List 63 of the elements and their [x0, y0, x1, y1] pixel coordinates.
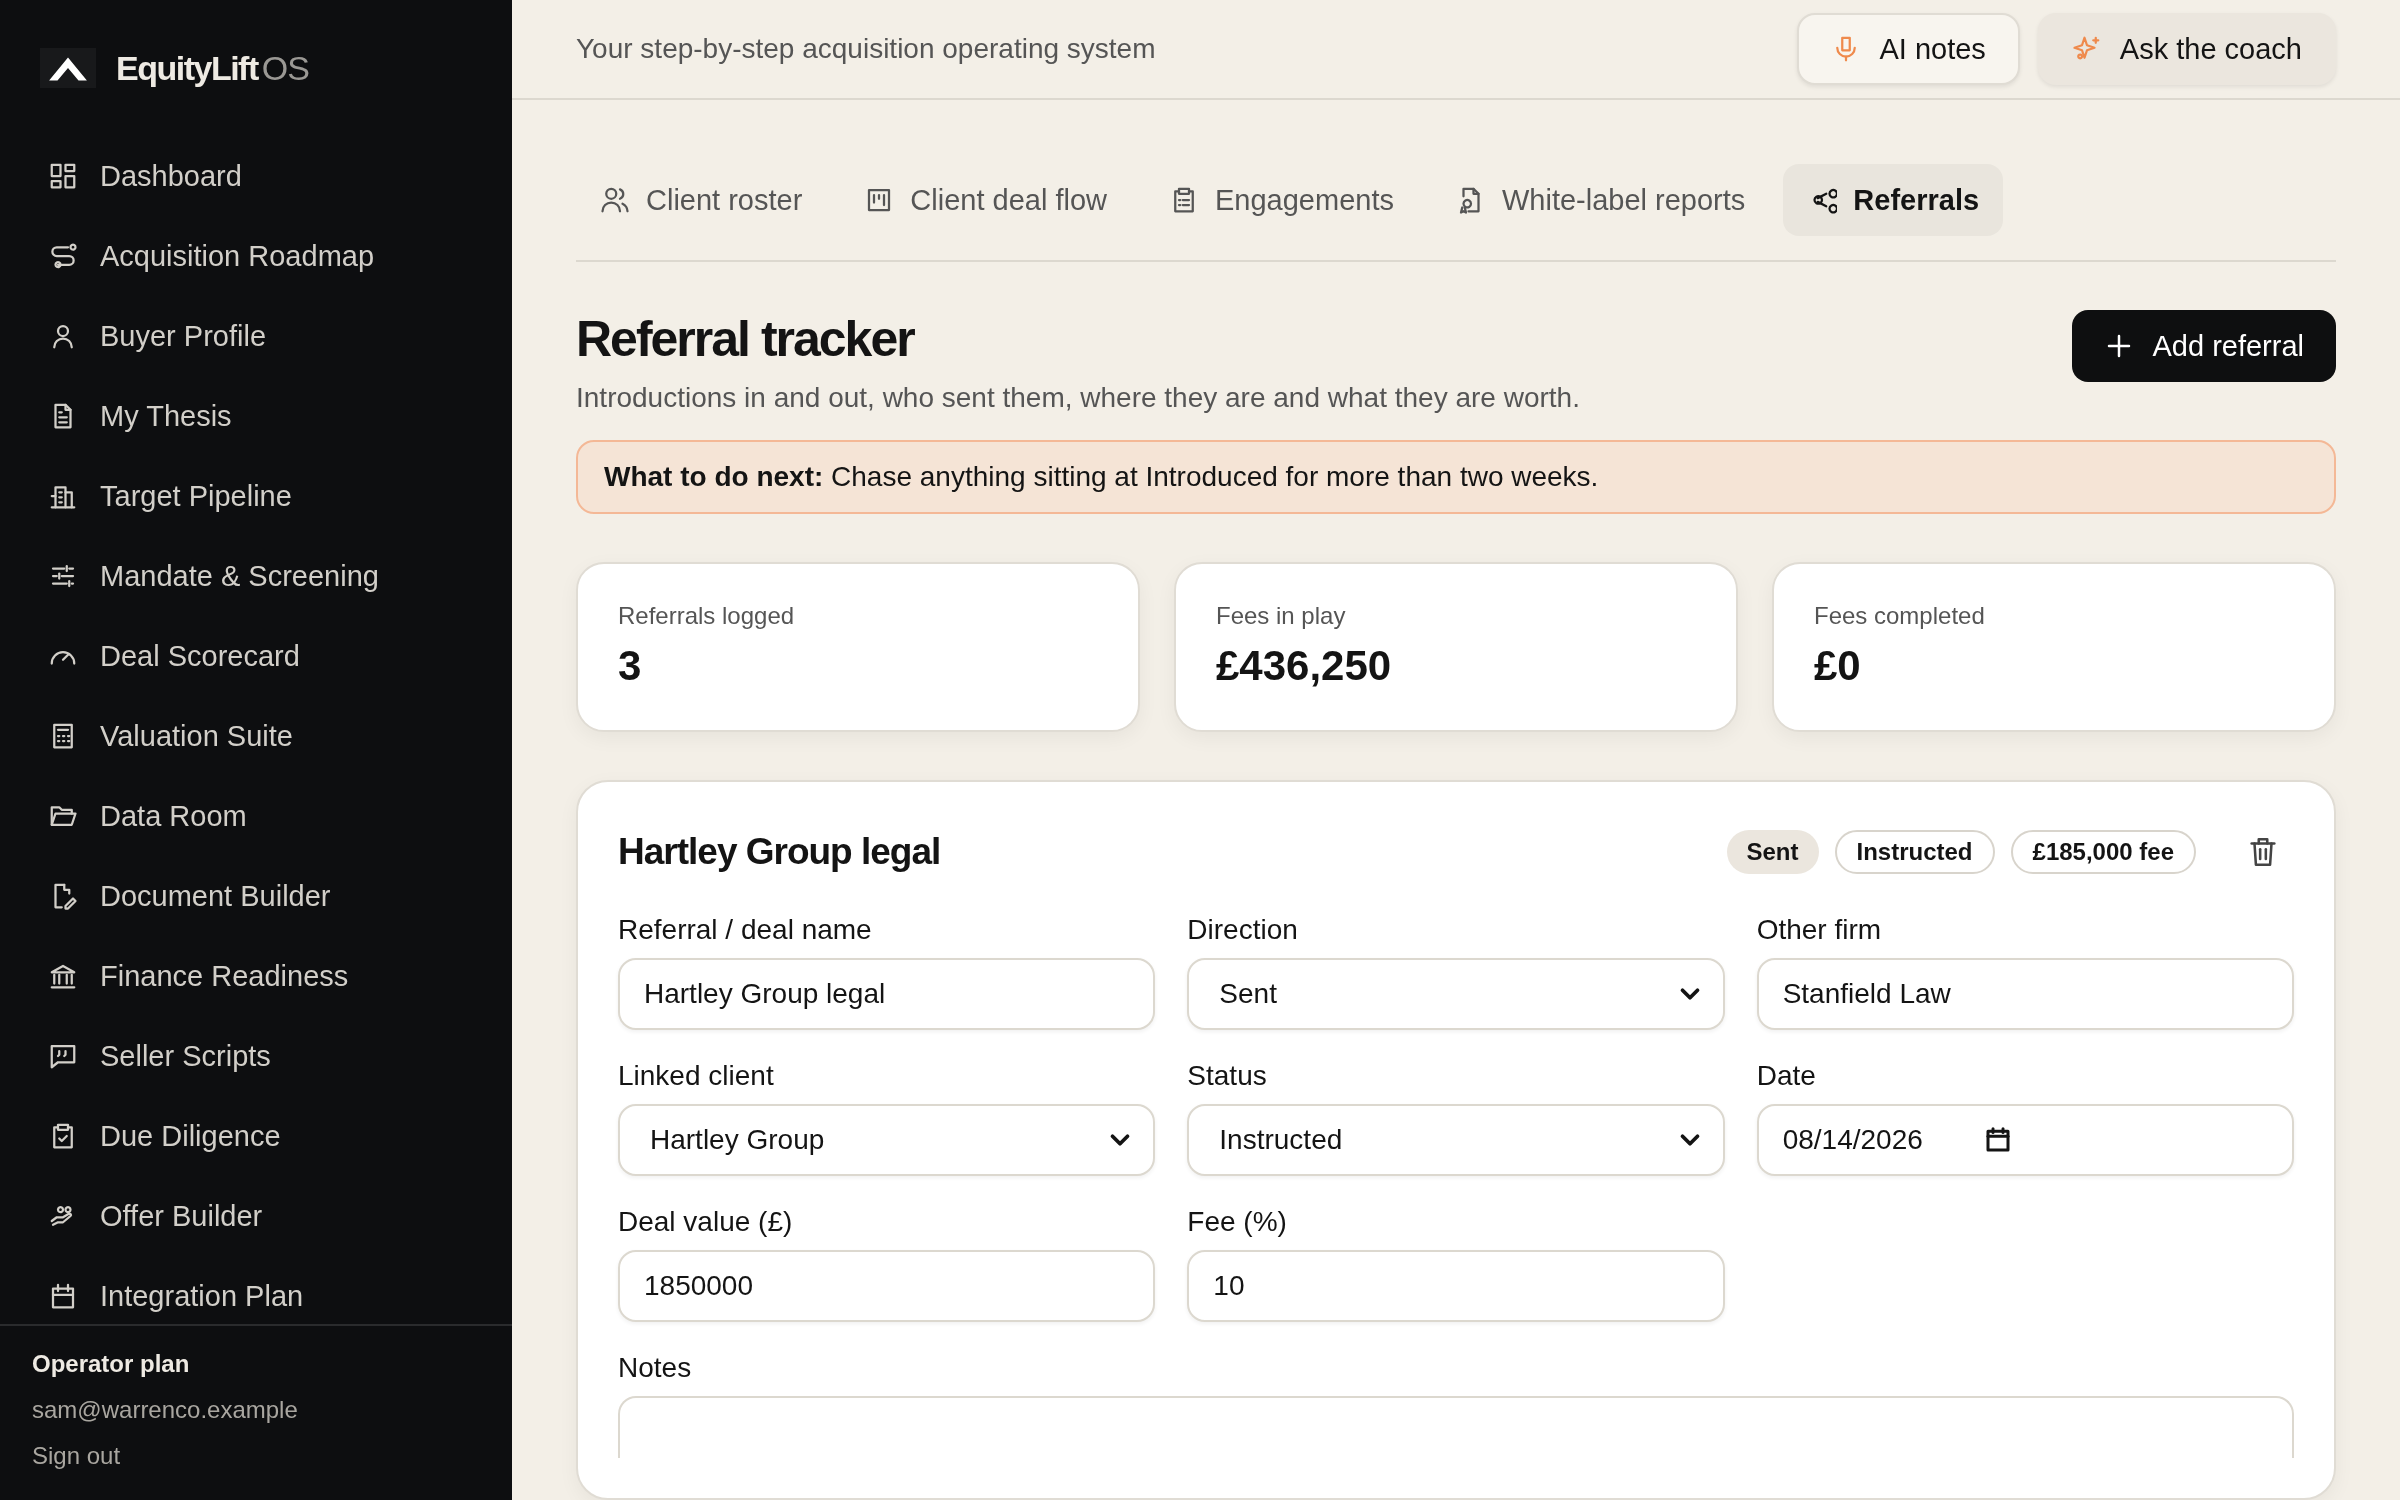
- ask-coach-button[interactable]: Ask the coach: [2037, 13, 2336, 85]
- stat-label: Referrals logged: [618, 602, 796, 630]
- sidebar-item[interactable]: Due Diligence: [0, 1096, 512, 1176]
- sidebar-item[interactable]: Target Pipeline: [0, 456, 512, 536]
- dropdown[interactable]: Hartley Group: [618, 1104, 1156, 1176]
- date-field[interactable]: 08/14/2026: [1756, 1104, 2294, 1176]
- status-tag: £185,000 fee: [2010, 830, 2196, 874]
- input-field[interactable]: Stanfield Law: [1756, 958, 2294, 1030]
- tab[interactable]: Referrals: [1783, 164, 2004, 236]
- sidebar-item[interactable]: Buyer Profile: [0, 296, 512, 376]
- input-field[interactable]: 10: [1187, 1250, 1725, 1322]
- tab[interactable]: Client deal flow: [840, 164, 1131, 236]
- sidebar-item[interactable]: Data Room: [0, 776, 512, 856]
- stat-label: Fees completed: [1814, 602, 1986, 630]
- stat-label: Fees in play: [1216, 602, 1347, 630]
- sidebar-item[interactable]: Integration Plan: [0, 1256, 512, 1324]
- field-label: Other firm: [1756, 914, 1883, 946]
- field-label: Date: [1756, 1060, 1817, 1092]
- field-label: Linked client: [618, 1060, 775, 1092]
- brand-name: EquityLiftOS: [116, 48, 309, 88]
- tab[interactable]: White-label reports: [1431, 164, 1770, 236]
- status-tag: Sent: [1726, 830, 1819, 874]
- tab[interactable]: Client roster: [576, 164, 827, 236]
- stat-value: 3: [618, 642, 643, 690]
- field-label: Status: [1187, 1060, 1268, 1092]
- sidebar-item[interactable]: Document Builder: [0, 856, 512, 936]
- field-label: Notes: [618, 1352, 693, 1384]
- input-field[interactable]: Hartley Group legal: [618, 958, 1156, 1030]
- hint-banner: What to do next: Chase anything sitting at Introduced for more than two weeks.: [576, 440, 2336, 514]
- sidebar-item[interactable]: Deal Scorecard: [0, 616, 512, 696]
- logo-icon: [40, 48, 96, 88]
- status-tag: Instructed: [1834, 830, 1995, 874]
- ai-notes-button[interactable]: AI notes: [1797, 13, 2020, 85]
- stat-value: £0: [1814, 642, 1862, 690]
- sidebar-item[interactable]: Dashboard: [0, 136, 512, 216]
- notes-field[interactable]: [618, 1396, 2294, 1458]
- sidebar-item[interactable]: Acquisition Roadmap: [0, 216, 512, 296]
- input-field[interactable]: 1850000: [618, 1250, 1156, 1322]
- sidebar-item[interactable]: Seller Scripts: [0, 1016, 512, 1096]
- plan-name: Operator plan: [32, 1350, 191, 1378]
- field-label: Direction: [1187, 914, 1299, 946]
- sidebar-item[interactable]: Offer Builder: [0, 1176, 512, 1256]
- sidebar-item[interactable]: Mandate & Screening: [0, 536, 512, 616]
- dropdown[interactable]: Sent: [1187, 958, 1725, 1030]
- sidebar-item[interactable]: My Thesis: [0, 376, 512, 456]
- field-label: Fee (%): [1187, 1206, 1288, 1238]
- users-icon: [600, 185, 630, 215]
- user-email: sam@warrenco.example: [32, 1396, 299, 1424]
- sidebar-item[interactable]: Valuation Suite: [0, 696, 512, 776]
- field-label: Deal value (£): [618, 1206, 794, 1238]
- stat-value: £436,250: [1216, 642, 1393, 690]
- field-label: Referral / deal name: [618, 914, 873, 946]
- page-subtitle: Introductions in and out, who sent them, where they are and what they are worth.: [576, 382, 1580, 414]
- sidebar-item[interactable]: Finance Readiness: [0, 936, 512, 1016]
- dropdown[interactable]: Instructed: [1187, 1104, 1725, 1176]
- sign-out-link[interactable]: Sign out: [32, 1442, 480, 1470]
- tagline: Your step-by-step acquisition operating system: [576, 33, 1156, 65]
- grid-icon: [48, 161, 78, 191]
- page-title: Referral tracker: [576, 310, 916, 368]
- add-referral-button[interactable]: Add referral: [2072, 310, 2336, 382]
- tab[interactable]: Engagements: [1145, 164, 1418, 236]
- referral-title: Hartley Group legal: [618, 831, 941, 873]
- route-icon: [48, 241, 78, 271]
